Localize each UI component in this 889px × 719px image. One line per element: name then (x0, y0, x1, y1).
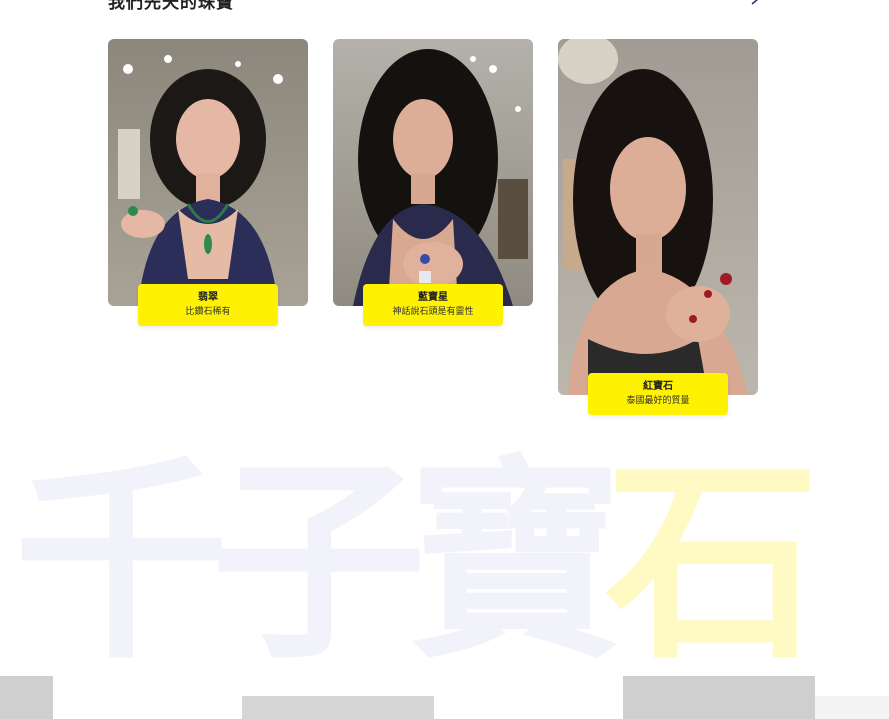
sapphire-label: 藍寶星 神話說石頭是有靈性 (363, 284, 503, 326)
footer-image-strip (0, 676, 889, 719)
footer-tile (434, 696, 623, 719)
brand-watermark: 千子寶石 (14, 455, 820, 670)
footer-tile (0, 676, 53, 719)
arrow-right-icon[interactable] (716, 0, 760, 8)
footer-tile (53, 676, 242, 719)
jade-label: 翡翠 比鑽石稀有 (138, 284, 278, 326)
brand-text-main: 千子寶 (14, 437, 623, 688)
sapphire-photo (333, 39, 533, 306)
card-name: 藍寶星 (418, 292, 448, 303)
section-title: 我們先天的珠寶 (108, 0, 234, 13)
footer-tile (623, 676, 815, 719)
ruby-photo (558, 39, 758, 395)
jade-photo (108, 39, 308, 306)
card-name: 翡翠 (198, 292, 218, 303)
brand-text-accent: 石 (605, 437, 820, 688)
footer-tile (242, 696, 434, 719)
ruby-label: 紅寶石 泰國最好的質量 (588, 373, 728, 415)
footer-tile (815, 696, 889, 719)
card-name: 紅寶石 (643, 381, 673, 392)
card-description: 泰國最好的質量 (626, 396, 690, 406)
card-description: 比鑽石稀有 (185, 307, 231, 317)
card-description: 神話說石頭是有靈性 (392, 307, 474, 317)
